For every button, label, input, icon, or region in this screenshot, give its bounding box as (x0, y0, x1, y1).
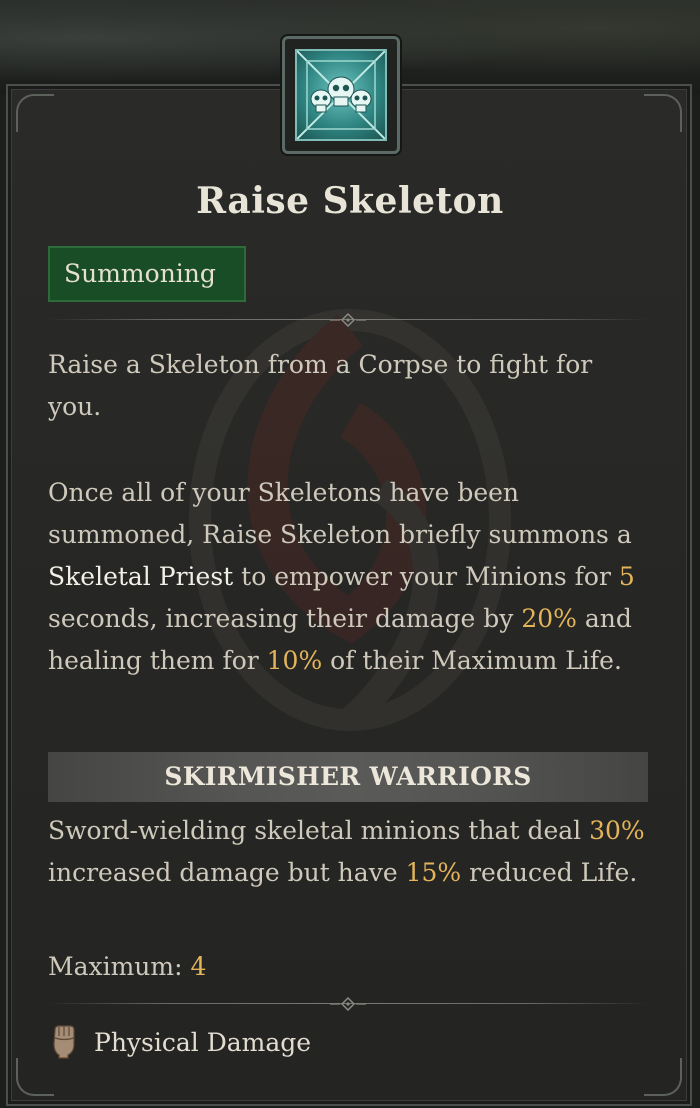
value-variant-damage: 30% (589, 816, 645, 845)
keyword-skeletal-priest: Skeletal Priest (48, 562, 234, 591)
value-damage-bonus: 20% (521, 604, 577, 633)
frame-corner (16, 94, 54, 132)
fist-icon (53, 1025, 75, 1059)
skill-category-tag: Summoning (48, 246, 246, 302)
frame-corner (644, 94, 682, 132)
damage-type: Physical Damage (48, 1020, 311, 1064)
maximum-count: Maximum: 4 (48, 952, 207, 981)
skill-icon-frame (282, 36, 400, 154)
damage-type-label: Physical Damage (94, 1027, 312, 1057)
frame-corner (644, 1058, 682, 1096)
skill-description-summary: Raise a Skeleton from a Corpse to fight … (48, 350, 593, 421)
value-duration: 5 (618, 562, 635, 591)
skill-title: Raise Skeleton (196, 180, 504, 222)
divider-ornament-icon (330, 996, 366, 1012)
value-variant-life: 15% (405, 858, 462, 887)
value-heal: 10% (266, 646, 323, 675)
skill-description-detail: Once all of your Skeletons have been sum… (48, 478, 635, 675)
divider (48, 310, 648, 330)
divider (48, 994, 648, 1014)
divider-ornament-icon (330, 312, 366, 328)
variant-description: Sword-wielding skeletal minions that dea… (48, 816, 645, 887)
value-maximum: 4 (190, 952, 207, 981)
variant-title-bar: SKIRMISHER WARRIORS (48, 752, 648, 802)
skull-summoning-icon (295, 49, 387, 141)
